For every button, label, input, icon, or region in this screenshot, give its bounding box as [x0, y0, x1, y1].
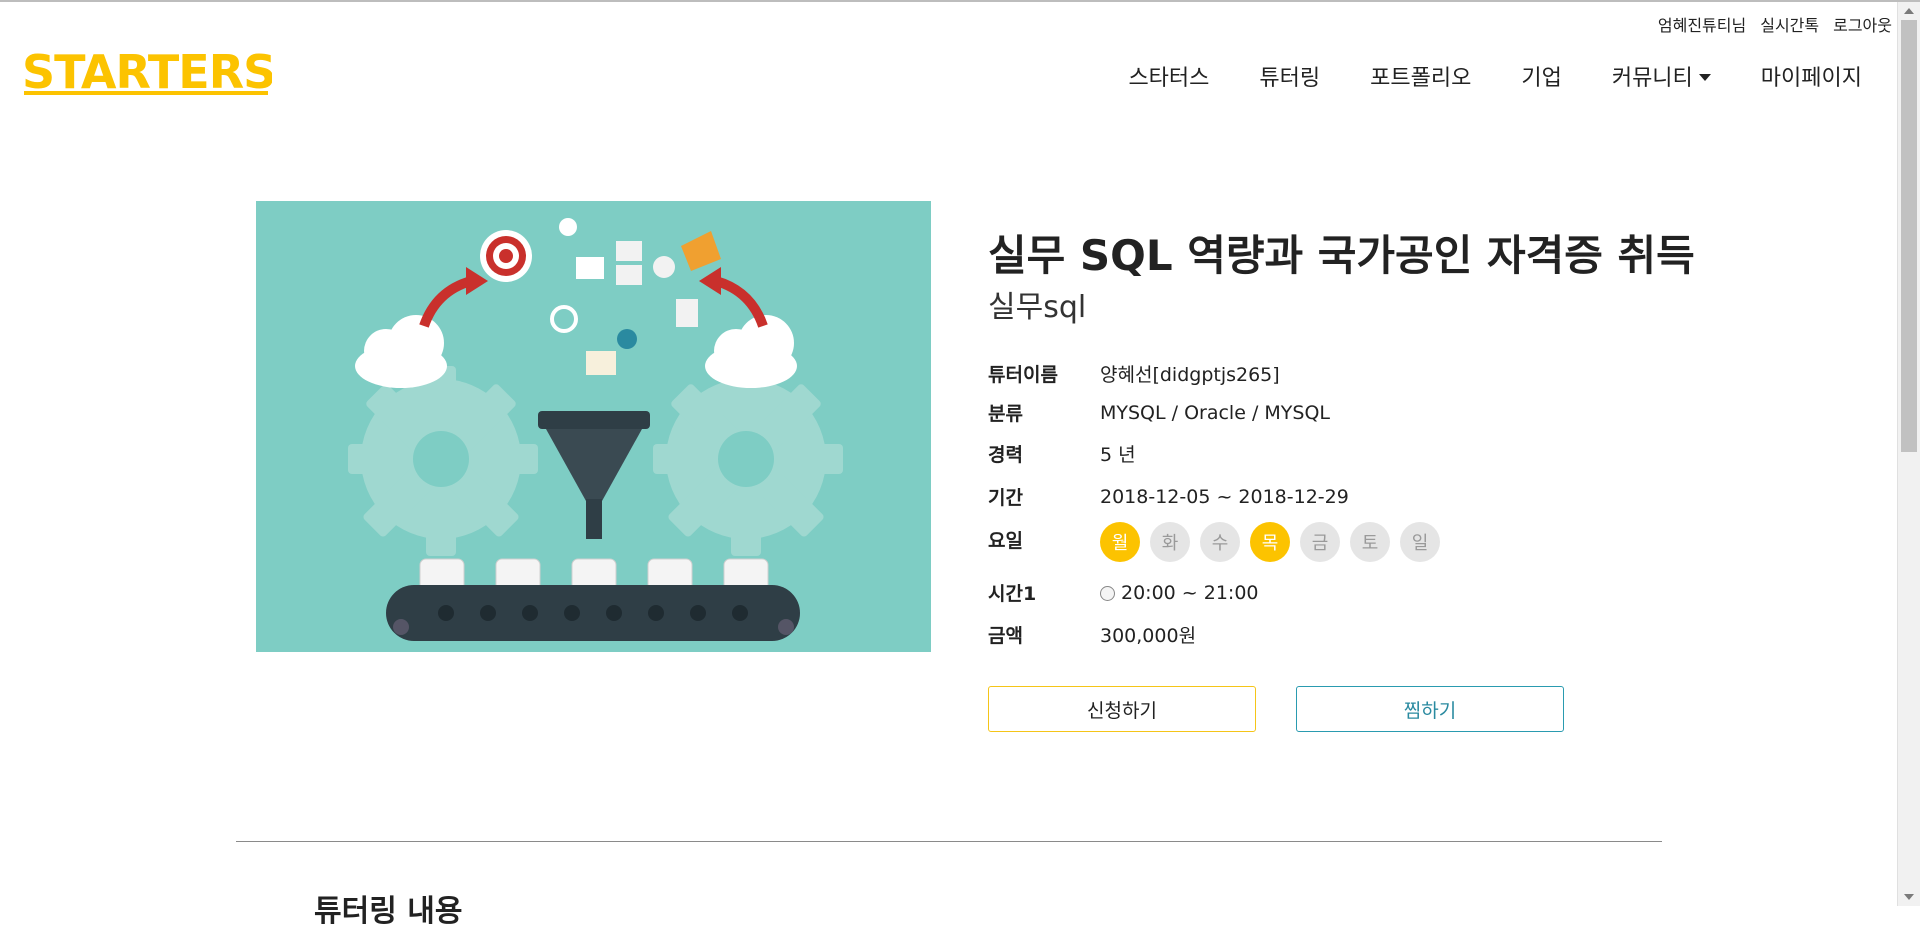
apply-button[interactable]: 신청하기 [988, 686, 1256, 732]
day-fri: 금 [1300, 522, 1340, 562]
career-value: 5 년 [1100, 444, 1136, 466]
page-scrollbar[interactable] [1897, 2, 1920, 906]
period-row: 기간 2018-12-05 ~ 2018-12-29 [988, 483, 1349, 510]
days-label: 요일 [988, 530, 1023, 552]
top-user-links: 엄혜진튜티님 실시간톡 로그아웃 [1658, 12, 1892, 36]
days-row: 요일 월화수목금토일 [988, 522, 1450, 562]
day-mon: 월 [1100, 522, 1140, 562]
main-nav: 스타터스 튜터링 포트폴리오 기업 커뮤니티 마이페이지 [1128, 60, 1862, 92]
tutor-name-row: 튜터이름 양혜선[didgptjs265] [988, 360, 1280, 387]
scroll-down-icon[interactable] [1904, 894, 1914, 900]
scrollbar-thumb[interactable] [1901, 20, 1917, 452]
chat-link[interactable]: 실시간톡 [1760, 12, 1819, 36]
time-radio[interactable] [1100, 585, 1115, 601]
day-sun: 일 [1400, 522, 1440, 562]
nav-item-mypage[interactable]: 마이페이지 [1761, 60, 1862, 92]
tutor-name-value: 양혜선[didgptjs265] [1100, 364, 1280, 386]
nav-item-company[interactable]: 기업 [1521, 60, 1561, 92]
user-greeting[interactable]: 엄혜진튜티님 [1658, 12, 1746, 36]
tutor-name-label: 튜터이름 [988, 364, 1058, 386]
course-subtitle: 실무sql [988, 290, 1087, 325]
time-value: 20:00 ~ 21:00 [1121, 581, 1259, 604]
logo-text: STARTERS [22, 50, 272, 98]
category-value: MYSQL / Oracle / MYSQL [1100, 401, 1330, 424]
period-label: 기간 [988, 487, 1023, 509]
category-label: 분류 [988, 403, 1023, 425]
nav-item-portfolio[interactable]: 포트폴리오 [1370, 60, 1471, 92]
time-row: 시간1 20:00 ~ 21:00 [988, 579, 1259, 606]
price-value: 300,000원 [1100, 625, 1197, 647]
period-value: 2018-12-05 ~ 2018-12-29 [1100, 485, 1349, 508]
career-label: 경력 [988, 444, 1023, 466]
day-wed: 수 [1200, 522, 1240, 562]
day-tue: 화 [1150, 522, 1190, 562]
time-label: 시간1 [988, 583, 1037, 605]
caret-down-icon [1698, 73, 1711, 81]
logout-link[interactable]: 로그아웃 [1833, 12, 1892, 36]
course-title: 실무 SQL 역량과 국가공인 자격증 취득 [988, 231, 1695, 280]
scroll-up-icon[interactable] [1904, 8, 1914, 14]
price-row: 금액 300,000원 [988, 621, 1196, 648]
wish-button[interactable]: 찜하기 [1296, 686, 1564, 732]
starters-logo[interactable]: STARTERS [22, 45, 276, 99]
day-sat: 토 [1350, 522, 1390, 562]
section-divider [236, 841, 1662, 842]
category-row: 분류 MYSQL / Oracle / MYSQL [988, 399, 1330, 426]
nav-item-tutoring[interactable]: 튜터링 [1259, 60, 1320, 92]
price-label: 금액 [988, 625, 1023, 647]
career-row: 경력 5 년 [988, 440, 1136, 467]
nav-item-community[interactable]: 커뮤니티 [1612, 60, 1711, 92]
day-thu: 목 [1250, 522, 1290, 562]
top-border [0, 0, 1920, 2]
time-option[interactable]: 20:00 ~ 21:00 [1100, 582, 1259, 604]
course-hero-image [256, 201, 931, 652]
tutoring-content-heading: 튜터링 내용 [314, 894, 463, 929]
nav-item-starters[interactable]: 스타터스 [1128, 60, 1209, 92]
days-list: 월화수목금토일 [1100, 522, 1450, 562]
